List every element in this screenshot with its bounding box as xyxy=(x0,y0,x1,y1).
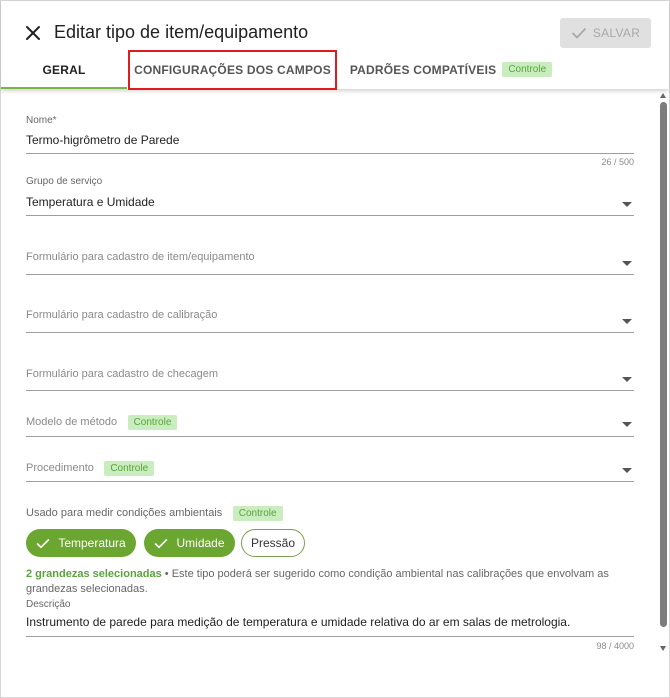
check-icon xyxy=(571,27,586,39)
tab-general[interactable]: GERAL xyxy=(1,50,127,89)
calibration-form-placeholder: Formulário para cadastro de calibração xyxy=(26,309,218,321)
control-badge: Controle xyxy=(127,415,178,430)
chip-humidity-label: Umidade xyxy=(176,536,225,550)
tab-compatible-standards-label: PADRÕES COMPATÍVEIS xyxy=(349,62,497,77)
item-form-underline xyxy=(26,274,634,275)
method-model-underline xyxy=(26,436,634,437)
check-form-placeholder: Formulário para cadastro de checagem xyxy=(26,368,218,380)
chevron-down-icon xyxy=(622,319,632,324)
tab-compatible-standards[interactable]: PADRÕES COMPATÍVEIS Controle xyxy=(346,50,556,89)
tab-field-settings[interactable]: CONFIGURAÇÕES DOS CAMPOS xyxy=(128,50,337,90)
name-field[interactable]: Nome* Termo-higrômetro de Parede 26 / 50… xyxy=(26,115,634,169)
scrollbar-thumb[interactable] xyxy=(660,102,667,627)
calibration-form-underline xyxy=(26,332,634,333)
method-model-placeholder: Modelo de método xyxy=(26,416,118,428)
control-badge: Controle xyxy=(502,62,553,77)
description-input[interactable]: Instrumento de parede para medição de te… xyxy=(26,615,634,629)
name-underline xyxy=(26,153,634,154)
description-char-counter: 98 / 4000 xyxy=(596,641,634,651)
control-badge: Controle xyxy=(104,461,155,476)
chevron-down-icon xyxy=(622,261,632,266)
name-input[interactable]: Termo-higrômetro de Parede xyxy=(26,133,634,147)
service-group-select[interactable]: Grupo de serviço Temperatura e Umidade xyxy=(26,176,634,216)
check-icon xyxy=(155,538,168,548)
tab-field-settings-label: CONFIGURAÇÕES DOS CAMPOS xyxy=(134,63,331,77)
dialog-title: Editar tipo de item/equipamento xyxy=(54,22,309,42)
ambient-conditions-label-row: Usado para medir condições ambientais Co… xyxy=(26,503,634,521)
close-icon[interactable] xyxy=(23,23,43,43)
chip-temperature[interactable]: Temperatura xyxy=(26,529,136,557)
save-button-label: SALVAR xyxy=(592,26,641,40)
name-char-counter: 26 / 500 xyxy=(601,157,634,167)
description-label: Descrição xyxy=(26,599,71,610)
edit-item-type-dialog: Editar tipo de item/equipamento SALVAR G… xyxy=(0,0,670,698)
service-group-value: Temperatura e Umidade xyxy=(26,195,155,209)
chevron-down-icon xyxy=(622,377,632,382)
active-tab-indicator xyxy=(1,87,127,89)
chip-temperature-label: Temperatura xyxy=(58,536,126,550)
method-model-select[interactable]: Modelo de método Controle xyxy=(26,412,634,437)
control-badge: Controle xyxy=(232,506,283,521)
scroll-down-arrow-icon[interactable] xyxy=(660,646,666,651)
item-form-select[interactable]: Formulário para cadastro de item/equipam… xyxy=(26,251,634,275)
check-icon xyxy=(36,538,50,548)
chip-pressure[interactable]: Pressão xyxy=(241,529,305,557)
chip-humidity[interactable]: Umidade xyxy=(144,529,235,557)
procedure-underline xyxy=(26,481,634,482)
item-form-placeholder: Formulário para cadastro de item/equipam… xyxy=(26,251,255,263)
procedure-select[interactable]: Procedimento Controle xyxy=(26,458,634,483)
chevron-down-icon xyxy=(622,422,632,427)
calibration-form-select[interactable]: Formulário para cadastro de calibração xyxy=(26,309,634,333)
selected-count: 2 grandezas selecionadas xyxy=(26,568,162,580)
check-form-underline xyxy=(26,390,634,391)
tab-general-label: GERAL xyxy=(42,62,86,77)
chip-pressure-label: Pressão xyxy=(250,536,296,550)
ambient-conditions-label: Usado para medir condições ambientais xyxy=(26,507,223,519)
procedure-placeholder: Procedimento xyxy=(26,462,94,474)
scroll-up-arrow-icon[interactable] xyxy=(660,93,666,98)
description-field[interactable]: Descrição Instrumento de parede para med… xyxy=(26,599,634,653)
chevron-down-icon xyxy=(622,468,632,473)
service-group-label: Grupo de serviço xyxy=(26,176,103,187)
chevron-down-icon xyxy=(622,202,632,207)
name-label: Nome* xyxy=(26,115,57,126)
service-group-underline xyxy=(26,215,634,216)
dialog-header: Editar tipo de item/equipamento SALVAR G… xyxy=(1,1,669,90)
description-underline xyxy=(26,636,634,637)
check-form-select[interactable]: Formulário para cadastro de checagem xyxy=(26,368,634,392)
save-button[interactable]: SALVAR xyxy=(560,18,651,48)
ambient-helper-text: 2 grandezas selecionadas • Este tipo pod… xyxy=(26,567,626,597)
